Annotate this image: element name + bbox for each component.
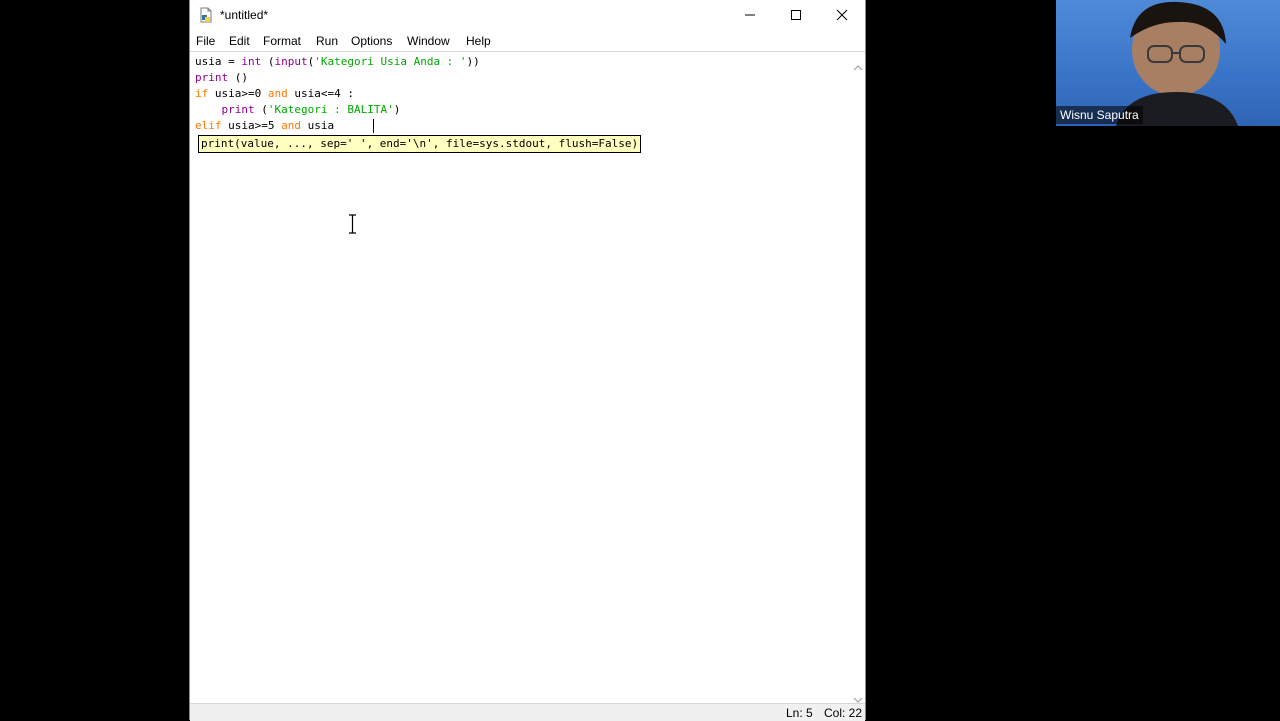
webcam-video-tile: Wisnu Saputra — [1056, 0, 1280, 126]
code-line-1: usia = int (input('Kategori Usia Anda : … — [195, 55, 480, 68]
menu-options[interactable]: Options — [351, 34, 392, 48]
minimize-button[interactable] — [727, 0, 773, 30]
ibeam-cursor-icon — [348, 214, 357, 234]
python-file-icon — [198, 7, 214, 23]
code-line-4: print ('Kategori : BALITA') — [221, 103, 401, 116]
code-line-3: if usia>=0 and usia<=4 : — [195, 87, 354, 100]
code-line-2: print () — [195, 71, 248, 84]
close-icon — [836, 6, 848, 25]
menu-file[interactable]: File — [196, 34, 215, 48]
menu-format[interactable]: Format — [263, 34, 301, 48]
title-bar[interactable]: *untitled* — [190, 0, 865, 30]
menu-window[interactable]: Window — [407, 34, 450, 48]
text-caret — [373, 119, 374, 133]
vertical-scrollbar[interactable] — [851, 52, 865, 703]
idle-editor-window: *untitled* File Edit Format Run Options … — [189, 0, 866, 721]
scroll-up-arrow-icon[interactable] — [853, 57, 863, 76]
line-number: Ln: 5 — [786, 706, 813, 720]
maximize-icon — [790, 6, 802, 25]
minimize-icon — [744, 6, 756, 25]
participant-name-label: Wisnu Saputra — [1056, 106, 1143, 124]
code-line-5: elif usia>=5 and usia — [195, 119, 341, 132]
column-number: Col: 22 — [824, 706, 863, 720]
menu-edit[interactable]: Edit — [229, 34, 250, 48]
menu-bar: File Edit Format Run Options Window Help — [190, 31, 865, 52]
window-title: *untitled* — [220, 8, 269, 22]
maximize-button[interactable] — [773, 0, 819, 30]
status-bar: Ln: 5 Col: 22 — [190, 703, 865, 721]
menu-help[interactable]: Help — [466, 34, 491, 48]
calltip-tooltip: print(value, ..., sep=' ', end='\n', fil… — [198, 135, 642, 153]
menu-run[interactable]: Run — [316, 34, 338, 48]
close-button[interactable] — [819, 0, 865, 30]
